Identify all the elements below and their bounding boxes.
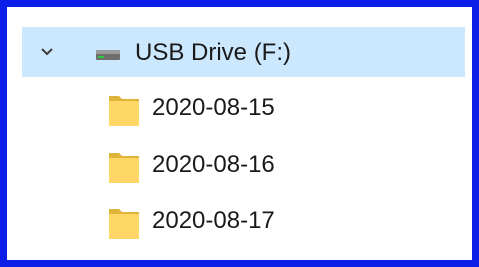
tree-item-usb-drive[interactable]: USB Drive (F:) — [22, 27, 465, 77]
tree-item-folder[interactable]: 2020-08-15 — [22, 84, 465, 134]
folder-label: 2020-08-15 — [152, 94, 275, 121]
drive-label: USB Drive (F:) — [135, 39, 291, 66]
folder-label: 2020-08-16 — [152, 151, 275, 178]
chevron-down-icon[interactable] — [39, 44, 55, 60]
screenshot-frame: USB Drive (F:) 2020-08-15 2020-08-16 202… — [0, 0, 479, 267]
folder-icon — [109, 153, 139, 183]
navigation-tree: USB Drive (F:) 2020-08-15 2020-08-16 202… — [14, 14, 465, 253]
tree-item-folder[interactable]: 2020-08-17 — [22, 197, 465, 247]
folder-icon — [109, 96, 139, 126]
usb-drive-icon — [96, 50, 120, 60]
folder-label: 2020-08-17 — [152, 207, 275, 234]
folder-icon — [109, 209, 139, 239]
tree-item-folder[interactable]: 2020-08-16 — [22, 141, 465, 191]
